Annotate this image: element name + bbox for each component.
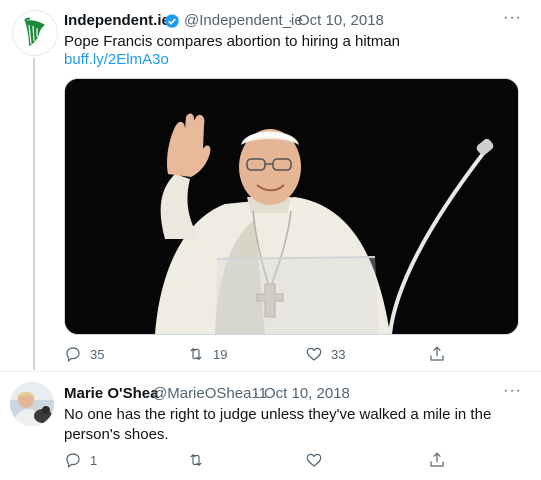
tweet-link[interactable]: buff.ly/2ElmA3o [64,51,169,68]
heart-icon [306,453,322,467]
share-icon [430,346,444,361]
share-icon [430,452,444,467]
share-button[interactable] [428,345,446,363]
author-handle[interactable]: @Independent_ie [184,12,303,29]
retweet-icon [190,453,202,467]
reply2-reply-count: 1 [90,452,98,468]
tweet-photo[interactable] [64,78,519,335]
reply-meta-separator: · [254,385,259,402]
reply2-reply-button[interactable]: 1 [64,451,97,469]
like-button[interactable]: 33 [305,345,345,363]
reply-button[interactable]: 35 [64,345,104,363]
like-count: 33 [331,346,346,362]
profile-photo-illustration [10,382,54,426]
reply-date[interactable]: Oct 10, 2018 [264,385,350,402]
meta-separator: · [288,12,293,29]
tweet-text: Pope Francis compares abortion to hiring… [64,33,401,50]
tweet-date[interactable]: Oct 10, 2018 [298,12,384,29]
reply2-retweet-button[interactable] [187,451,205,469]
reply-icon [66,453,80,468]
thread-connector-line [33,58,35,370]
reply-author-handle[interactable]: @MarieOShea11 [152,385,267,402]
harp-logo-icon [24,17,45,46]
reply-author-name[interactable]: Marie O'Shea [64,385,158,402]
tweet-divider [0,371,541,372]
retweet-count: 19 [213,346,228,362]
reply-text: No one has the right to judge unless the… [64,406,492,443]
reply-more-options-icon[interactable]: ··· [503,382,522,400]
pope-photo-illustration [65,79,518,334]
more-options-icon[interactable]: ··· [503,9,522,27]
reply2-share-button[interactable] [428,451,446,469]
author-name[interactable]: Independent.ie [64,12,170,29]
retweet-icon [190,347,202,361]
verified-badge-icon [164,13,180,34]
reply2-like-button[interactable] [305,451,323,469]
reply-icon [66,347,80,362]
marie-avatar[interactable] [10,382,54,426]
retweet-button[interactable]: 19 [187,345,227,363]
heart-icon [306,347,322,361]
independent-avatar[interactable] [12,10,58,56]
reply-count: 35 [90,346,105,362]
